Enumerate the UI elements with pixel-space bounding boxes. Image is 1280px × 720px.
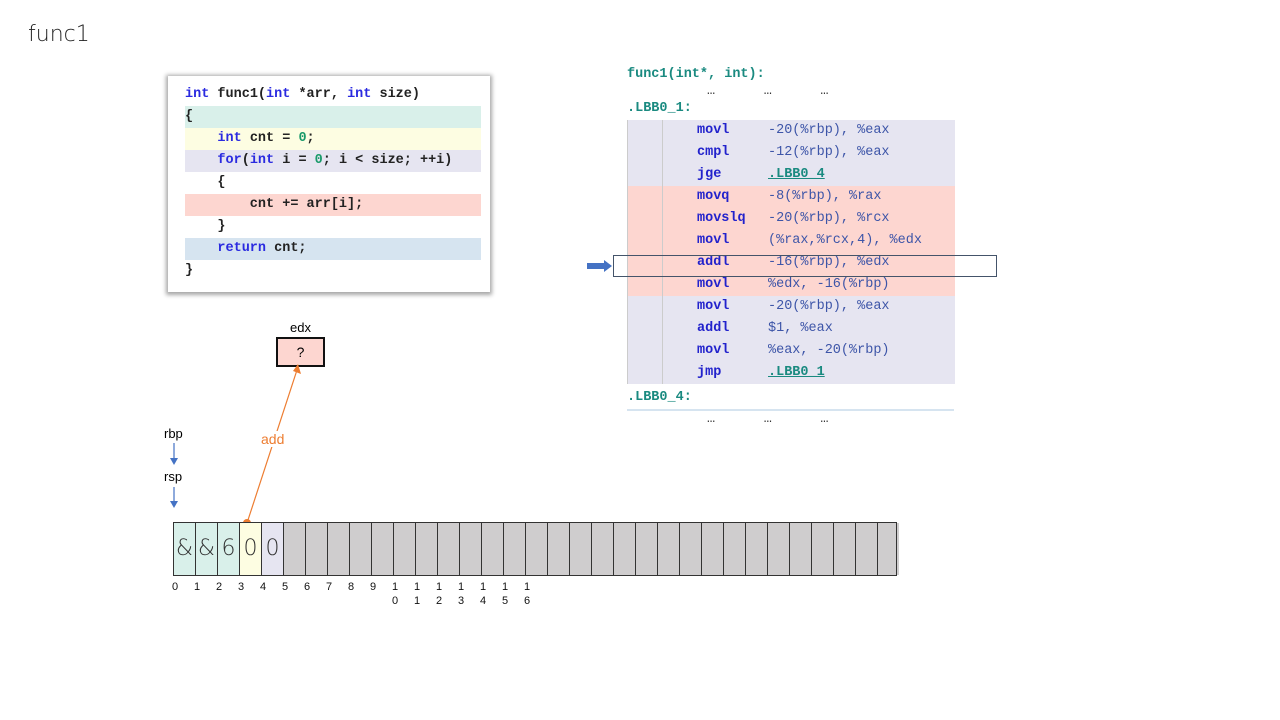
memory-cell (591, 523, 613, 575)
rsp-label: rsp (164, 469, 183, 484)
memory-cell (415, 523, 437, 575)
memory-cell: 0 (239, 523, 261, 575)
add-arrow (170, 364, 301, 527)
memory-cell (327, 523, 349, 575)
memory-index: 1 1 (413, 581, 421, 607)
memory-cell (569, 523, 591, 575)
memory-cell (305, 523, 327, 575)
memory-index: 4 (259, 581, 267, 593)
memory-index: 1 6 (523, 581, 531, 607)
memory-index: 1 5 (501, 581, 509, 607)
memory-index: 1 4 (479, 581, 487, 607)
memory-cell (679, 523, 701, 575)
memory-index: 1 0 (391, 581, 399, 607)
memory-cell (723, 523, 745, 575)
memory-cell (481, 523, 503, 575)
memory-cell (437, 523, 459, 575)
memory-cell (767, 523, 789, 575)
add-label: add (261, 431, 285, 447)
memory-cell (635, 523, 657, 575)
memory-cell (811, 523, 833, 575)
memory-cell: 0 (261, 523, 283, 575)
memory-cell (833, 523, 855, 575)
memory-index: 1 (193, 581, 201, 593)
memory-index: 5 (281, 581, 289, 593)
memory-index: 2 (215, 581, 223, 593)
memory-cell (525, 523, 547, 575)
memory-index: 7 (325, 581, 333, 593)
memory-cell: & (173, 523, 195, 575)
memory-cell (701, 523, 723, 575)
memory-index: 3 (237, 581, 245, 593)
memory-cell (393, 523, 415, 575)
memory-cell (371, 523, 393, 575)
memory-cell (349, 523, 371, 575)
memory-index: 1 3 (457, 581, 465, 607)
memory-cell (613, 523, 635, 575)
memory-index: 0 (171, 581, 179, 593)
memory-index: 6 (303, 581, 311, 593)
rbp-label: rbp (164, 426, 183, 441)
memory-cell (547, 523, 569, 575)
memory-cell (657, 523, 679, 575)
memory-cell (745, 523, 767, 575)
memory-index: 8 (347, 581, 355, 593)
memory-cell: & (195, 523, 217, 575)
memory-cell (503, 523, 525, 575)
memory-cell (283, 523, 305, 575)
memory-cell: 6 (217, 523, 239, 575)
memory-cell (877, 523, 899, 575)
memory-cell (459, 523, 481, 575)
memory-index: 9 (369, 581, 377, 593)
memory-index: 1 2 (435, 581, 443, 607)
memory-cell (855, 523, 877, 575)
memory-cell (789, 523, 811, 575)
